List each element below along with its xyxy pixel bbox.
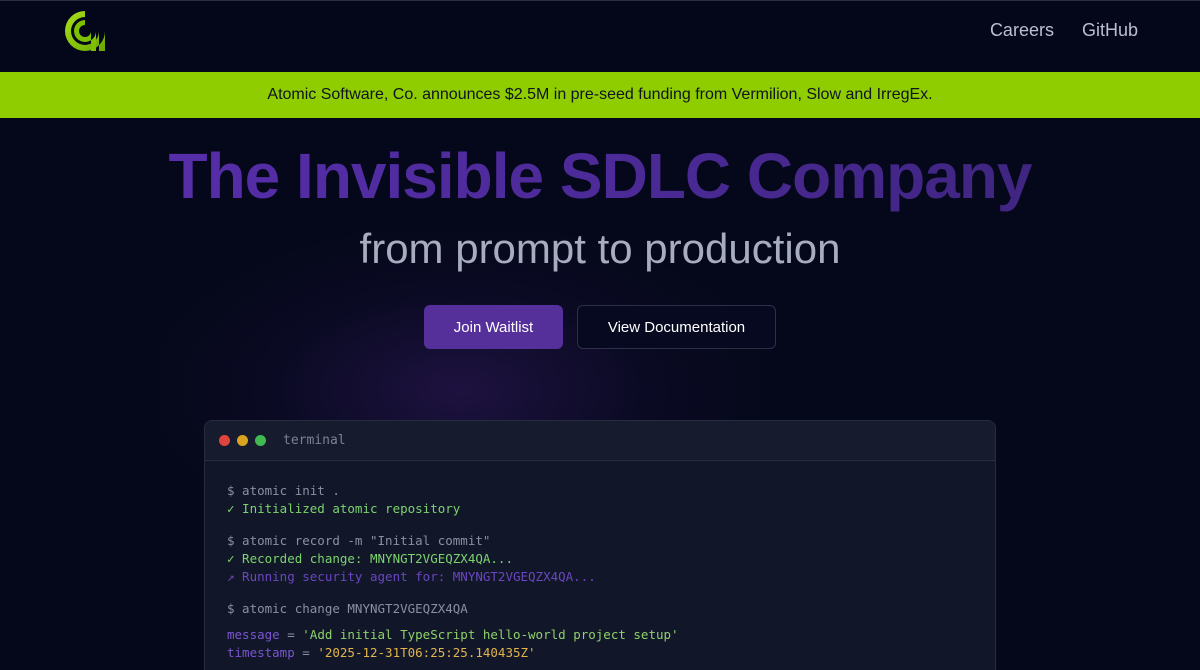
main-nav: Careers GitHub — [990, 19, 1138, 41]
hero-actions: Join Waitlist View Documentation — [0, 305, 1200, 349]
terminal-value: '2025-12-31T06:25:25.140435Z' — [317, 645, 536, 660]
nav-link-github[interactable]: GitHub — [1082, 19, 1138, 41]
minimize-dot-icon — [237, 435, 248, 446]
hero-title: The Invisible SDLC Company — [0, 140, 1200, 212]
terminal-window: terminal $ atomic init . ✓ Initialized a… — [204, 420, 996, 670]
terminal-line: $ atomic change MNYNGT2VGEQZX4QA — [227, 601, 468, 616]
terminal-equals: = — [294, 645, 318, 660]
terminal-line: ✓ Recorded change: MNYNGT2VGEQZX4QA... — [227, 551, 513, 566]
close-dot-icon — [219, 435, 230, 446]
view-documentation-button[interactable]: View Documentation — [577, 305, 776, 349]
terminal-header: terminal — [205, 421, 995, 461]
maximize-dot-icon — [255, 435, 266, 446]
top-navigation: Careers GitHub — [0, 0, 1200, 72]
terminal-title: terminal — [283, 433, 346, 448]
terminal-equals: = — [279, 627, 303, 642]
nav-link-careers[interactable]: Careers — [990, 19, 1054, 41]
announcement-text: Atomic Software, Co. announces $2.5M in … — [267, 86, 933, 103]
terminal-line: message = 'Add initial TypeScript hello-… — [227, 626, 973, 644]
join-waitlist-button[interactable]: Join Waitlist — [424, 305, 563, 349]
terminal-line: ↗ Running security agent for: MNYNGT2VGE… — [227, 569, 596, 584]
hero-subtitle: from prompt to production — [359, 225, 841, 272]
terminal-key: timestamp — [227, 645, 295, 660]
terminal-body: $ atomic init . ✓ Initialized atomic rep… — [205, 461, 995, 662]
terminal-line: timestamp = '2025-12-31T06:25:25.140435Z… — [227, 644, 973, 662]
terminal-value: 'Add initial TypeScript hello-world proj… — [302, 627, 679, 642]
announcement-banner[interactable]: Atomic Software, Co. announces $2.5M in … — [0, 72, 1200, 118]
atomic-logo[interactable] — [62, 8, 108, 54]
terminal-line: $ atomic record -m "Initial commit" — [227, 533, 491, 548]
terminal-line: $ atomic init . — [227, 483, 340, 498]
terminal-line: ✓ Initialized atomic repository — [227, 501, 461, 516]
terminal-key: message — [227, 627, 280, 642]
